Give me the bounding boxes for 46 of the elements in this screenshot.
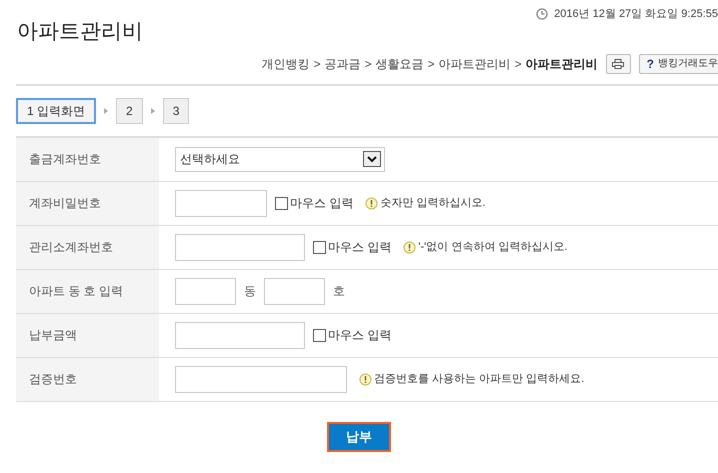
input-field[interactable] [175, 234, 305, 260]
breadcrumb-link[interactable]: 생활요금 [376, 54, 424, 72]
caret-right-icon [150, 108, 155, 114]
info-icon [359, 372, 372, 386]
breadcrumb-link[interactable]: 개인뱅킹 [262, 54, 310, 72]
page-title: 아파트관리비 [17, 20, 143, 42]
row-label-cell: 아파트 동 호 입력 [16, 270, 159, 312]
row-label-cell: 납부금액 [16, 314, 159, 356]
breadcrumb-current: 아파트관리비 [526, 56, 598, 72]
breadcrumb-link[interactable]: 공과금 [324, 54, 361, 72]
input-field[interactable] [175, 366, 347, 392]
step-tab[interactable]: 1 입력화면 [16, 98, 96, 124]
info-icon [365, 196, 378, 210]
pay-button[interactable]: 납부 [327, 422, 391, 452]
hint-text: '-'없이 연속하여 입력하십시오. [418, 240, 568, 255]
breadcrumb-separator: > [364, 56, 372, 72]
print-button[interactable] [606, 54, 631, 74]
datetime: 2016년 12월 27일 화요일 9:25:55 [554, 7, 718, 22]
mouse-input-checkbox[interactable]: 마우스 입력 [313, 238, 392, 256]
account-select[interactable]: 선택하세요 [175, 146, 385, 172]
input-field[interactable] [175, 278, 236, 304]
step-tab[interactable]: 2 [116, 98, 143, 124]
unit-label: 동 [244, 283, 256, 300]
row-label-cell: 출금계좌번호 [16, 138, 159, 180]
info-icon [403, 240, 416, 254]
breadcrumb-separator: > [514, 56, 522, 72]
input-field[interactable] [175, 322, 305, 348]
unit-label: 호 [333, 283, 345, 300]
row-label-cell: 계좌비밀번호 [16, 182, 159, 224]
step-tab[interactable]: 3 [162, 98, 190, 124]
breadcrumb-separator: > [428, 56, 435, 72]
caret-right-icon [104, 108, 108, 114]
help-button[interactable]: ? 뱅킹거래도우 [638, 54, 718, 74]
hint-text: 검증번호를 사용하는 아파트만 입력하세요. [374, 372, 584, 387]
clock-icon [536, 8, 548, 20]
input-field[interactable] [175, 190, 267, 216]
mouse-input-checkbox[interactable]: 마우스 입력 [313, 326, 392, 344]
breadcrumb-separator: > [314, 56, 321, 72]
input-field[interactable] [264, 278, 325, 304]
chevron-down-icon [363, 151, 381, 167]
row-label-cell: 관리소계좌번호 [16, 226, 159, 268]
printer-icon [612, 58, 624, 68]
hint-text: 숫자만 입력하십시오. [380, 196, 486, 211]
row-label-cell: 검증번호 [16, 358, 159, 400]
breadcrumb-link[interactable]: 아파트관리비 [438, 54, 511, 72]
mouse-input-checkbox[interactable]: 마우스 입력 [275, 194, 354, 212]
